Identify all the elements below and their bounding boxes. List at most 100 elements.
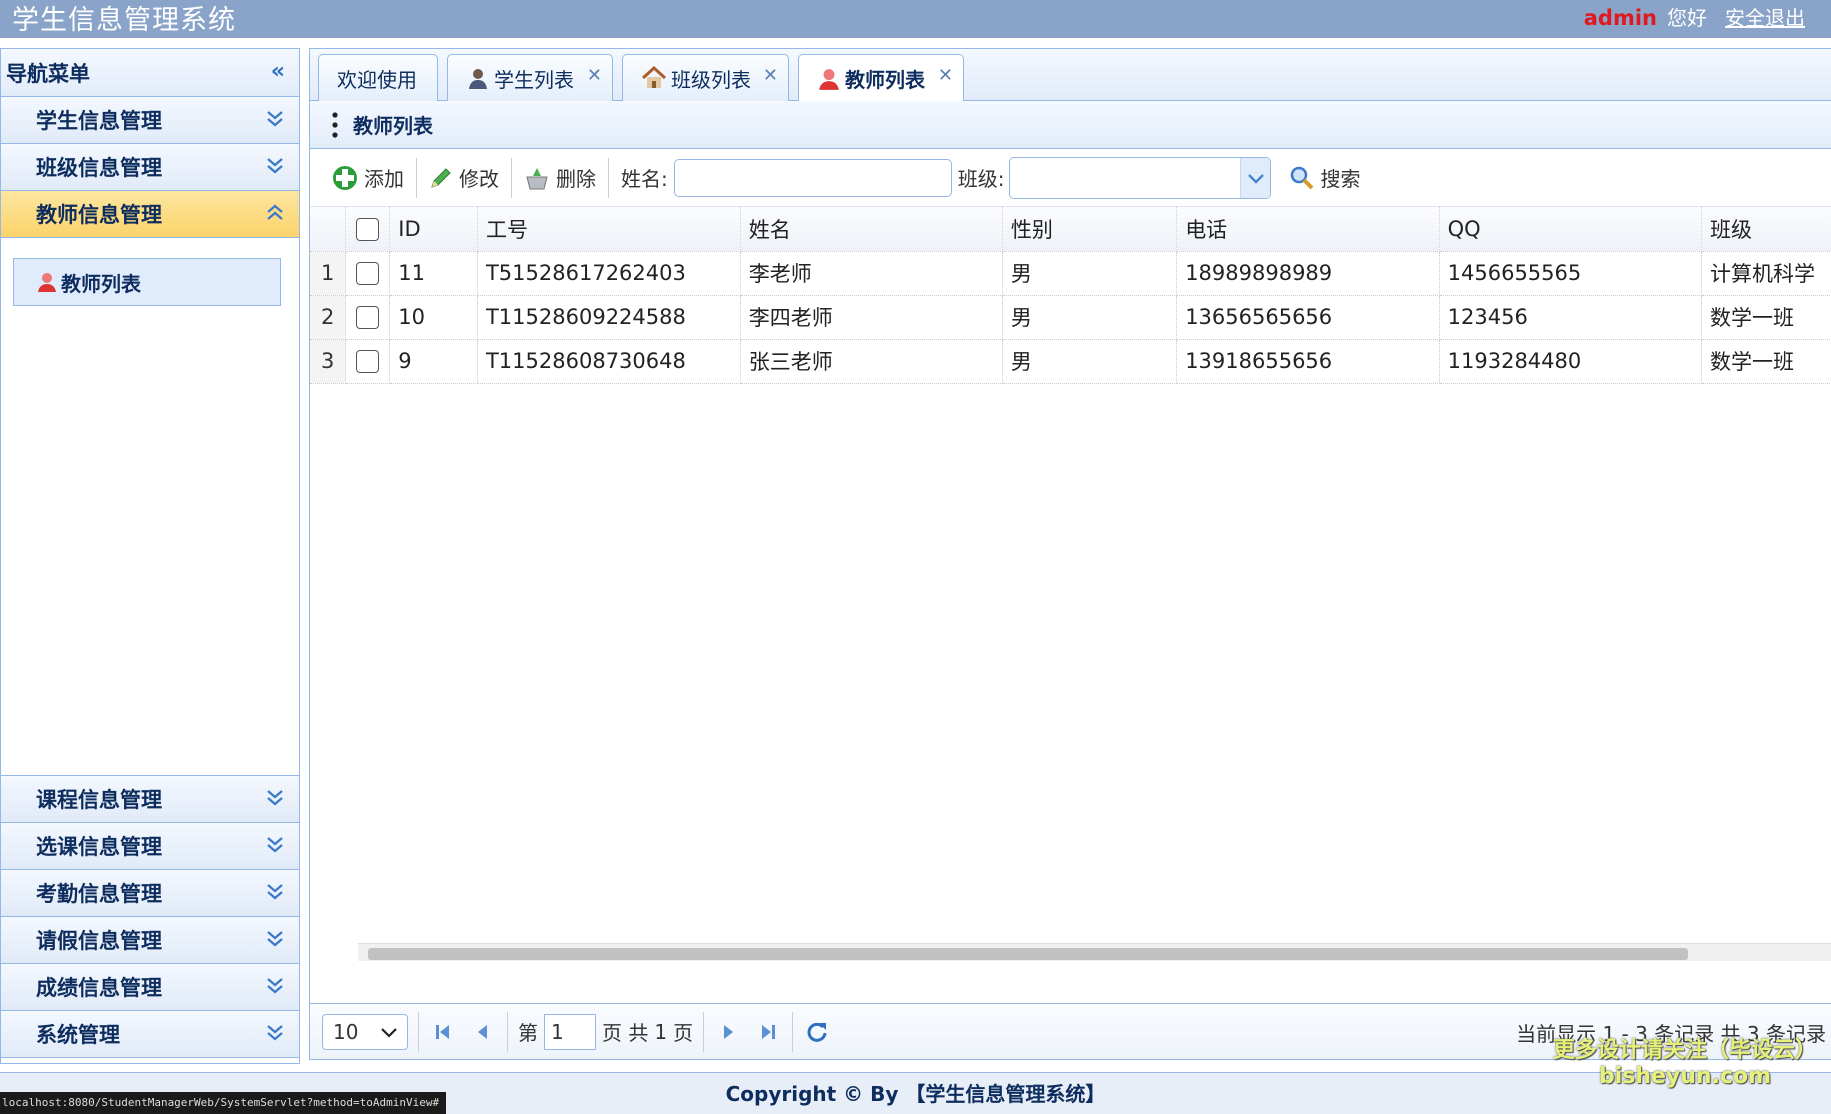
row-number-header <box>310 207 347 252</box>
col-header-name[interactable]: 姓名 <box>740 207 1003 252</box>
tab-student-list[interactable]: 学生列表 ✕ <box>447 54 613 101</box>
tab-welcome[interactable]: 欢迎使用 <box>318 54 438 101</box>
sidebar-header: 导航菜单 « <box>1 49 299 97</box>
logout-link[interactable]: 安全退出 <box>1725 2 1805 31</box>
submenu-teacher-list[interactable]: 教师列表 <box>13 258 281 306</box>
table-row[interactable]: 1 11 T51528617262403 李老师 男 18989898989 1… <box>310 251 1831 296</box>
menu-label: 考勤信息管理 <box>36 882 162 906</box>
page-before-label: 第 <box>518 1021 538 1045</box>
prev-page-button[interactable] <box>463 1012 503 1052</box>
cell-id: 9 <box>389 339 478 384</box>
cell-phone: 18989898989 <box>1176 251 1440 296</box>
teacher-icon <box>819 68 839 90</box>
col-header-qq[interactable]: QQ <box>1439 207 1703 252</box>
page-number-input[interactable]: 1 <box>544 1013 596 1050</box>
cell-no: T11528608730648 <box>477 339 741 384</box>
first-page-button[interactable] <box>423 1012 463 1052</box>
separator <box>608 157 609 198</box>
tab-class-list[interactable]: 班级列表 ✕ <box>622 54 789 101</box>
col-header-no[interactable]: 工号 <box>477 207 741 252</box>
row-select-cell <box>345 251 391 296</box>
expand-icon[interactable] <box>263 832 287 856</box>
menu-system[interactable]: 系统管理 <box>1 1011 299 1058</box>
select-all-cell <box>345 207 391 252</box>
menu-student[interactable]: 学生信息管理 <box>1 97 299 144</box>
table-row[interactable]: 3 9 T11528608730648 张三老师 男 13918655656 1… <box>310 339 1831 384</box>
page-size-select[interactable]: 10 <box>322 1013 408 1050</box>
close-icon[interactable]: ✕ <box>587 65 602 86</box>
delete-button[interactable]: 删除 <box>516 156 604 200</box>
cell-no: T51528617262403 <box>477 251 741 296</box>
menu-score[interactable]: 成绩信息管理 <box>1 964 299 1011</box>
name-search-input[interactable] <box>673 158 952 197</box>
teacher-icon <box>38 273 56 292</box>
cell-sex: 男 <box>1002 339 1178 384</box>
expand-icon[interactable] <box>263 879 287 903</box>
app-title: 学生信息管理系统 <box>12 5 236 36</box>
class-select[interactable] <box>1008 156 1271 199</box>
tab-label: 学生列表 <box>494 67 574 92</box>
menu-label: 课程信息管理 <box>36 788 162 812</box>
last-page-button[interactable] <box>748 1012 788 1052</box>
separator <box>792 1011 794 1052</box>
scrollbar-thumb[interactable] <box>368 948 1688 960</box>
expand-icon[interactable] <box>263 973 287 997</box>
expand-icon[interactable] <box>263 1020 287 1044</box>
table-row[interactable]: 2 10 T11528609224588 李四老师 男 13656565656 … <box>310 295 1831 340</box>
expand-icon[interactable] <box>263 785 287 809</box>
add-button[interactable]: 添加 <box>324 156 412 200</box>
expand-icon[interactable] <box>263 106 287 130</box>
row-select-cell <box>345 339 391 384</box>
close-icon[interactable]: ✕ <box>763 65 778 86</box>
user-greeting: 您好 <box>1667 6 1707 30</box>
row-checkbox[interactable] <box>356 262 380 286</box>
cell-sex: 男 <box>1002 251 1178 296</box>
cell-id: 11 <box>389 251 478 296</box>
edit-button[interactable]: 修改 <box>421 156 507 200</box>
menu-teacher[interactable]: 教师信息管理 <box>1 191 299 238</box>
app-header: 学生信息管理系统 admin 您好 安全退出 <box>0 0 1831 38</box>
watermark-line1: 更多设计请关注（毕设云） <box>1552 1038 1817 1063</box>
add-label: 添加 <box>364 167 404 191</box>
col-header-phone[interactable]: 电话 <box>1176 207 1440 252</box>
tab-bar: 欢迎使用 学生列表 ✕ 班级列表 ✕ 教师列表 ✕ <box>310 49 1831 102</box>
menu-label: 成绩信息管理 <box>36 976 162 1000</box>
menu-label: 学生信息管理 <box>36 109 162 133</box>
col-header-class[interactable]: 班级 <box>1701 207 1831 252</box>
menu-label: 选课信息管理 <box>36 835 162 859</box>
separator <box>703 1011 705 1052</box>
menu-class[interactable]: 班级信息管理 <box>1 144 299 191</box>
cell-phone: 13918655656 <box>1176 339 1440 384</box>
class-label: 班级: <box>957 167 1005 191</box>
cell-id: 10 <box>389 295 478 340</box>
cell-class: 计算机科学 <box>1701 251 1831 296</box>
menu-leave[interactable]: 请假信息管理 <box>1 917 299 964</box>
last-page-icon <box>762 1024 776 1039</box>
next-page-button[interactable] <box>708 1012 748 1052</box>
horizontal-scrollbar[interactable] <box>358 943 1831 961</box>
total-pages: 1 <box>654 1019 668 1044</box>
search-button[interactable]: 搜索 <box>1281 156 1369 200</box>
row-checkbox[interactable] <box>356 350 380 374</box>
drag-handle-icon <box>332 112 338 138</box>
menu-label: 系统管理 <box>36 1023 120 1047</box>
row-checkbox[interactable] <box>356 306 380 330</box>
menu-attendance[interactable]: 考勤信息管理 <box>1 870 299 917</box>
select-all-checkbox[interactable] <box>356 218 380 241</box>
col-header-id[interactable]: ID <box>389 207 478 252</box>
col-header-sex[interactable]: 性别 <box>1002 207 1178 252</box>
cell-qq: 1456655565 <box>1439 251 1703 296</box>
page-number-value: 1 <box>551 1019 564 1044</box>
tab-teacher-list[interactable]: 教师列表 ✕ <box>798 54 964 102</box>
refresh-button[interactable] <box>797 1012 837 1052</box>
dropdown-arrow[interactable] <box>1239 157 1270 198</box>
menu-course[interactable]: 课程信息管理 <box>1 776 299 823</box>
menu-selection[interactable]: 选课信息管理 <box>1 823 299 870</box>
chevron-down-icon <box>381 1027 397 1038</box>
expand-icon[interactable] <box>263 926 287 950</box>
collapse-left-icon[interactable]: « <box>271 59 285 84</box>
collapse-icon[interactable] <box>263 200 287 224</box>
close-icon[interactable]: ✕ <box>938 65 953 86</box>
expand-icon[interactable] <box>263 153 287 177</box>
menu-label: 教师信息管理 <box>36 203 162 227</box>
